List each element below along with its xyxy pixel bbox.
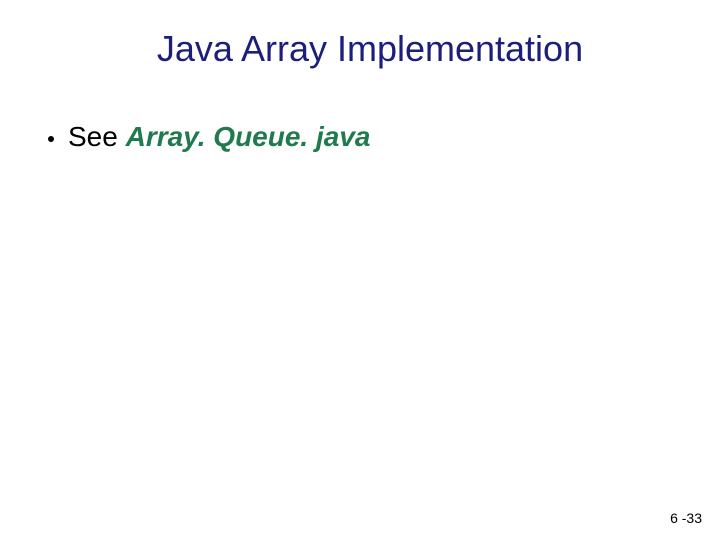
list-item: See Array. Queue. java (48, 118, 370, 156)
bullet-lead: See (68, 121, 126, 152)
bullet-text: See Array. Queue. java (68, 118, 370, 156)
bullet-icon (48, 136, 54, 142)
page-number: 6 -33 (670, 510, 702, 526)
bullet-emphasis: Array. Queue. java (126, 121, 371, 152)
slide-title: Java Array Implementation (0, 28, 720, 70)
bullet-list: See Array. Queue. java (48, 118, 370, 156)
